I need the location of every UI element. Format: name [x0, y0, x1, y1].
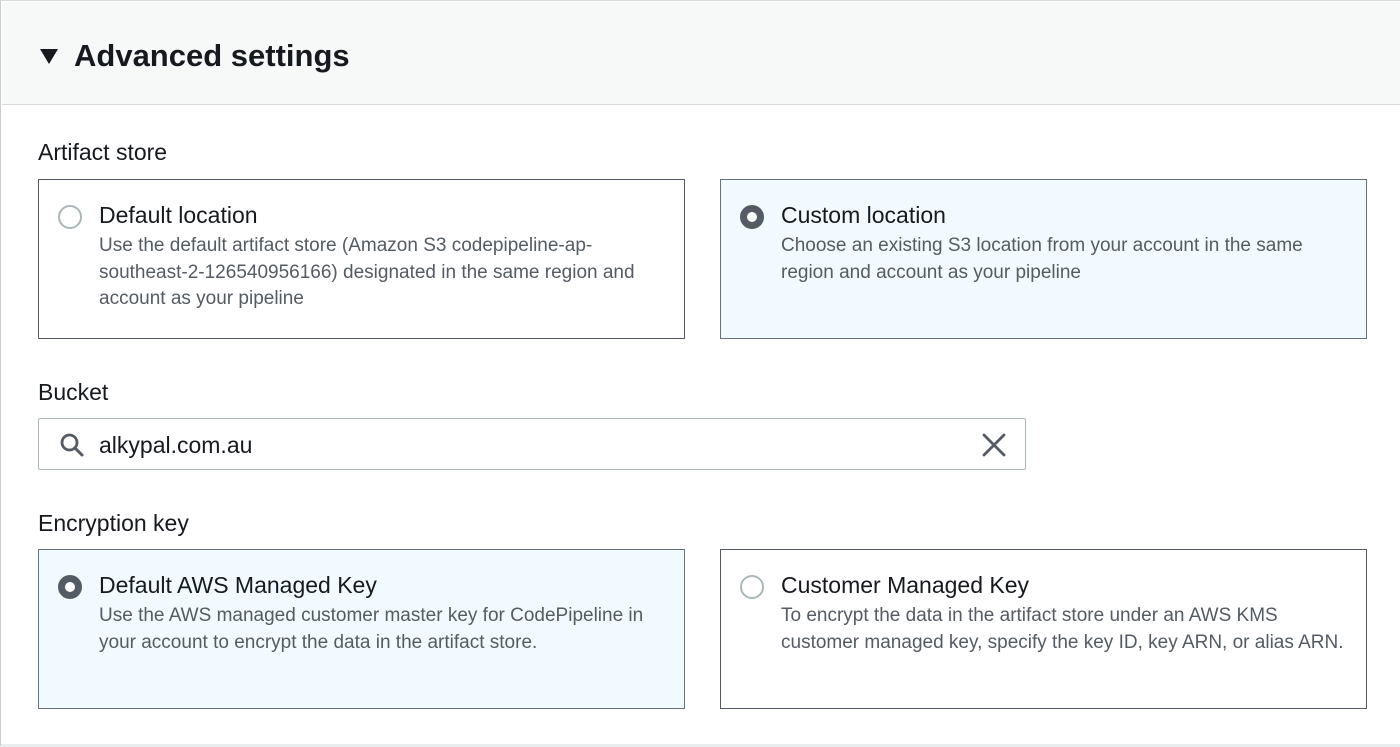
tile-title: Custom location	[781, 202, 946, 228]
radio-default-location[interactable]	[58, 205, 82, 229]
tile-description: Use the AWS managed customer master key …	[99, 605, 644, 653]
artifact-store-option-default[interactable]: Default location Use the default artifac…	[38, 179, 685, 339]
bucket-input-value[interactable]: alkypal.com.au	[99, 430, 252, 460]
tile-description: To encrypt the data in the artifact stor…	[781, 605, 1344, 653]
encryption-option-default[interactable]: Default AWS Managed Key Use the AWS mana…	[38, 549, 685, 709]
section-title: Advanced settings	[74, 38, 350, 73]
advanced-settings-header[interactable]: Advanced settings	[2, 2, 1400, 105]
radio-customer-managed-key[interactable]	[740, 575, 764, 599]
artifact-store-option-custom[interactable]: Custom location Choose an existing S3 lo…	[720, 179, 1367, 339]
bucket-label: Bucket	[38, 379, 109, 405]
bucket-search-input[interactable]: alkypal.com.au	[38, 418, 1026, 470]
tile-title: Default location	[99, 202, 258, 228]
close-icon[interactable]	[981, 432, 1007, 458]
radio-default-aws-managed-key[interactable]	[58, 575, 82, 599]
search-icon	[60, 433, 84, 457]
radio-custom-location[interactable]	[740, 205, 764, 229]
tile-title: Default AWS Managed Key	[99, 572, 377, 598]
encryption-option-customer[interactable]: Customer Managed Key To encrypt the data…	[720, 549, 1367, 709]
tile-description: Use the default artifact store (Amazon S…	[99, 235, 635, 309]
advanced-settings-panel: Advanced settings Artifact store Default…	[0, 0, 1400, 747]
encryption-key-label: Encryption key	[38, 510, 189, 536]
caret-down-icon[interactable]	[40, 49, 58, 64]
tile-description: Choose an existing S3 location from your…	[781, 235, 1303, 283]
tile-title: Customer Managed Key	[781, 572, 1030, 598]
artifact-store-label: Artifact store	[38, 139, 168, 165]
